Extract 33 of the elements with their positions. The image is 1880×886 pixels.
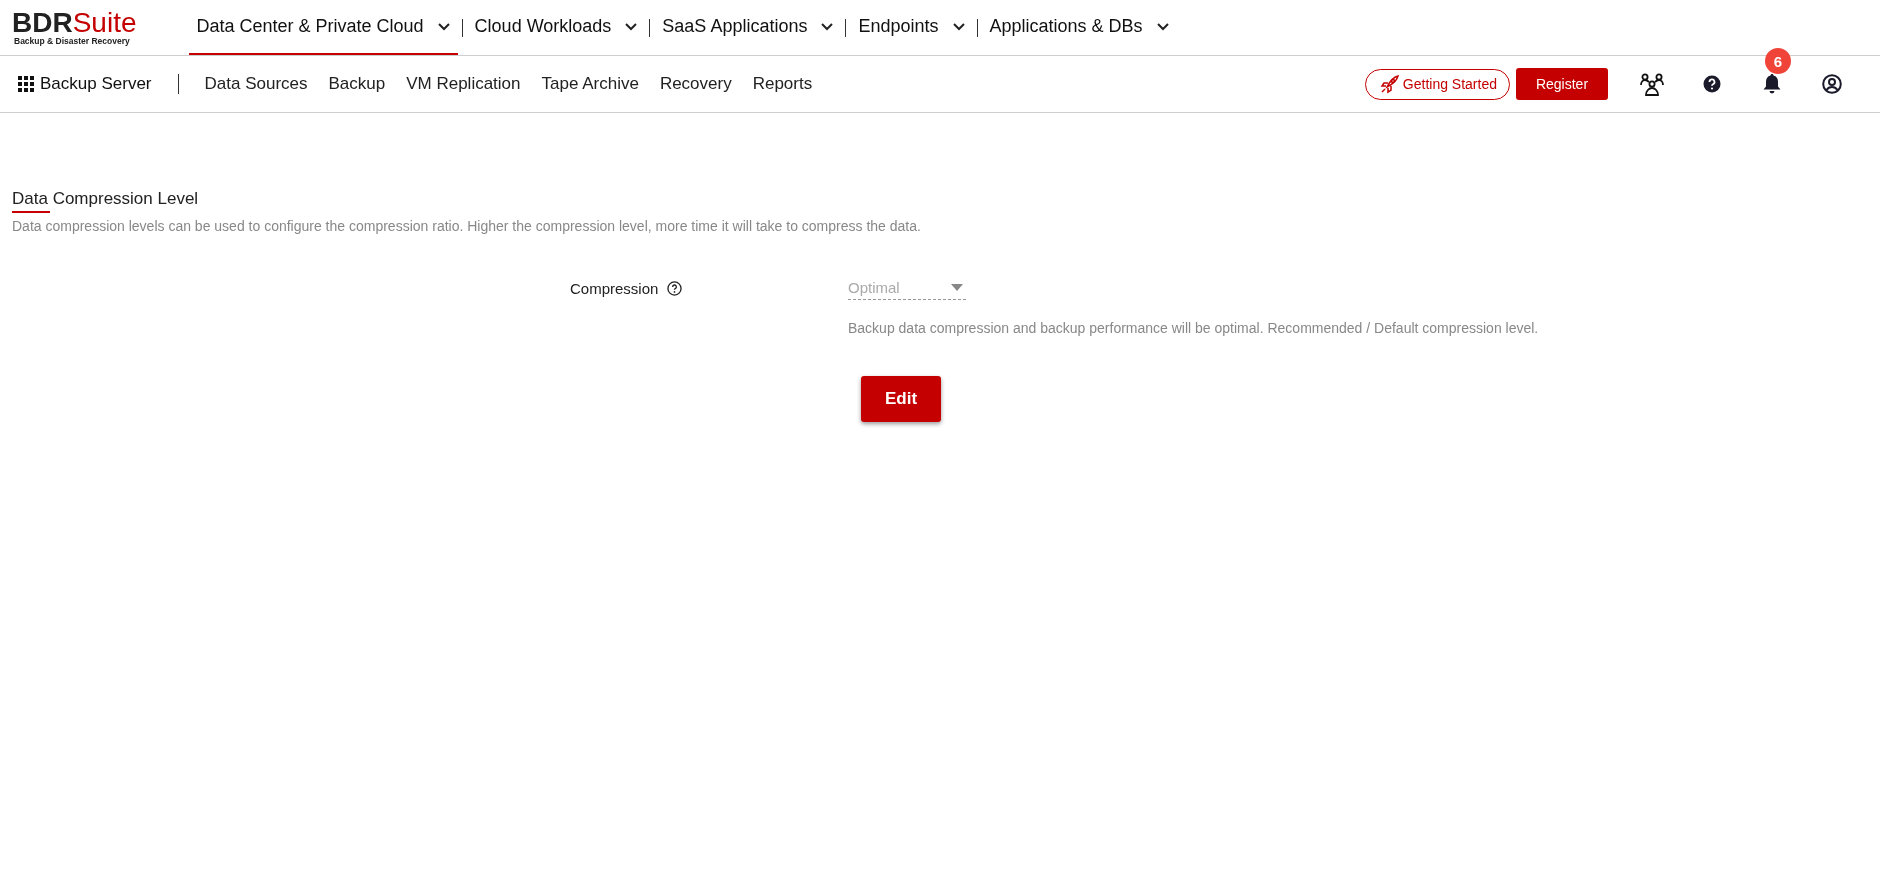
nav-tab[interactable]: Cloud Workloads [466, 0, 646, 55]
getting-started-button[interactable]: Getting Started [1364, 68, 1510, 100]
notification-badge: 6 [1765, 48, 1791, 74]
apps-grid-icon[interactable] [18, 76, 34, 92]
logo-tagline: Backup & Disaster Recovery [14, 35, 131, 46]
nav-link[interactable]: VM Replication [406, 74, 521, 94]
chevron-down-icon [437, 22, 450, 31]
nav-link[interactable]: Recovery [659, 74, 732, 94]
edit-button[interactable]: Edit [861, 376, 941, 422]
section-description: Data compression levels can be used to configure the compression ratio. Higher the compression level, more time it will take to compress the data. [12, 218, 922, 234]
team-icon[interactable] [1639, 71, 1665, 97]
chevron-down-icon [1156, 22, 1169, 31]
nav-link[interactable]: Reports [752, 74, 813, 94]
rocket-icon [1379, 74, 1400, 94]
nav-tab[interactable]: Data Center & Private Cloud [188, 0, 458, 55]
field-hint: Backup data compression and backup performance will be optimal. Recommended / Default compression level. [848, 320, 1540, 336]
register-button[interactable]: Register [1516, 68, 1608, 100]
nav-tab[interactable]: SaaS Applications [654, 0, 842, 55]
nav-link[interactable]: Tape Archive [541, 74, 639, 94]
app-title: Backup Server [40, 74, 152, 94]
chevron-down-icon [625, 22, 638, 31]
help-icon[interactable] [667, 280, 683, 296]
chevron-down-icon [952, 22, 965, 31]
nav-link[interactable]: Data Sources [204, 74, 308, 94]
chevron-down-icon [821, 22, 834, 31]
nav-tab[interactable]: Endpoints [850, 0, 973, 55]
nav-tab[interactable]: Applications & DBs [981, 0, 1177, 55]
nav-link[interactable]: Backup [328, 74, 386, 94]
field-label: Compression [570, 279, 659, 297]
dropdown-arrow-icon [951, 284, 963, 291]
user-account-icon[interactable] [1819, 71, 1845, 97]
section-title: Data Compression Level [12, 189, 199, 213]
logo-wordmark: BDRSuite [12, 9, 137, 36]
